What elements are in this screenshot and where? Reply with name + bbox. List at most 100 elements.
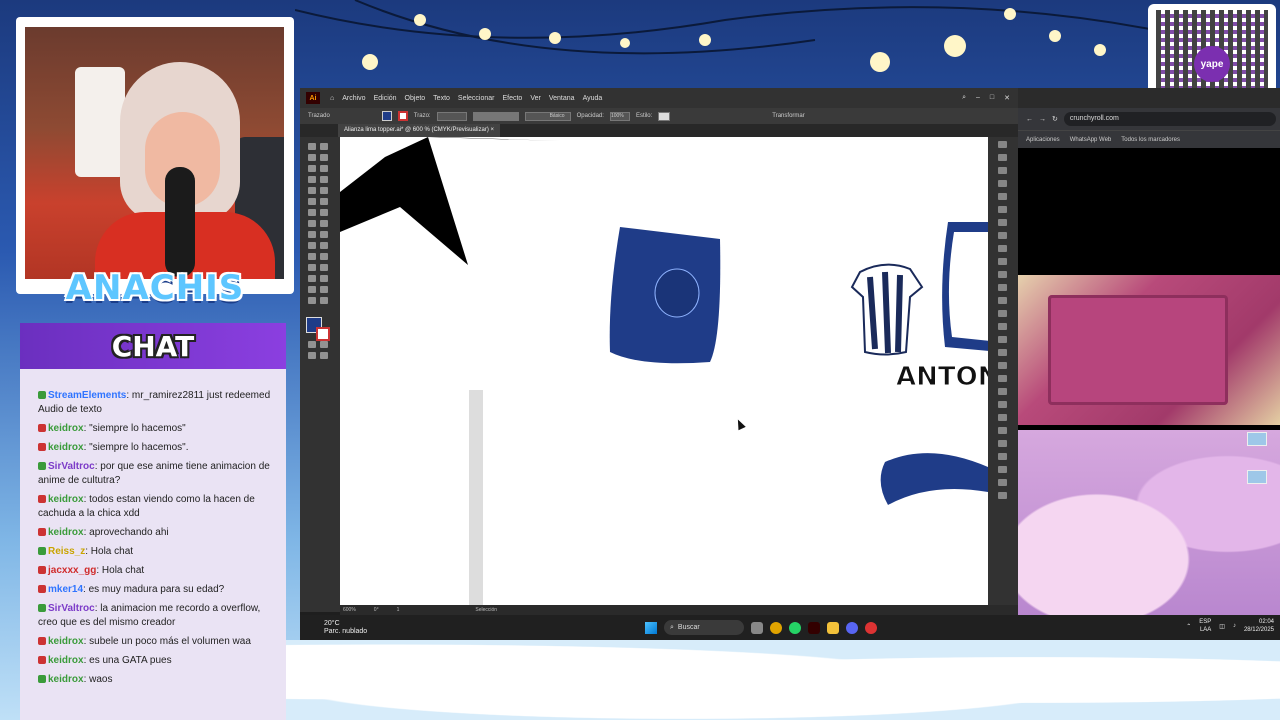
menu-item[interactable]: Ver <box>530 95 541 102</box>
tool-icon[interactable] <box>320 286 328 293</box>
tool-icon[interactable] <box>308 352 316 359</box>
desktop-file-icon[interactable] <box>1242 470 1272 486</box>
panel-icon[interactable] <box>998 271 1007 278</box>
whatsapp-icon[interactable] <box>789 621 801 634</box>
panel-icon[interactable] <box>998 232 1007 239</box>
panel-icon[interactable] <box>998 258 1007 265</box>
menu-item[interactable]: Ayuda <box>583 95 603 102</box>
panel-icon[interactable] <box>998 323 1007 330</box>
tool-icon[interactable] <box>308 264 316 271</box>
panel-icon[interactable] <box>998 414 1007 421</box>
discord-icon[interactable] <box>846 621 858 634</box>
chat-username[interactable]: keidrox <box>48 636 84 647</box>
language-indicator[interactable]: ESP LAA <box>1199 618 1211 634</box>
volume-icon[interactable]: ♪ <box>1233 623 1236 629</box>
tool-icon[interactable] <box>320 253 328 260</box>
panel-icon[interactable] <box>998 362 1007 369</box>
panel-icon[interactable] <box>998 310 1007 317</box>
video-player[interactable] <box>1018 148 1280 430</box>
chat-username[interactable]: mker14 <box>48 584 83 595</box>
tool-icon[interactable] <box>308 286 316 293</box>
menu-item[interactable]: Archivo <box>342 95 365 102</box>
bookmark-item[interactable]: Todos los marcadores <box>1121 137 1180 143</box>
tool-icon[interactable] <box>320 154 328 161</box>
tool-icon[interactable] <box>320 275 328 282</box>
panel-icon[interactable] <box>998 440 1007 447</box>
start-button[interactable] <box>645 621 657 634</box>
fill-swatch[interactable] <box>381 111 392 121</box>
tool-icon[interactable] <box>320 165 328 172</box>
bookmark-item[interactable]: WhatsApp Web <box>1070 137 1112 143</box>
tool-icon[interactable] <box>308 297 316 304</box>
panel-icon[interactable] <box>998 375 1007 382</box>
opacity-field[interactable]: 100% <box>609 111 630 121</box>
tool-icon[interactable] <box>320 231 328 238</box>
panel-icon[interactable] <box>998 206 1007 213</box>
variable-width-field[interactable] <box>472 111 519 121</box>
tool-icon[interactable] <box>320 242 328 249</box>
panel-icon[interactable] <box>998 167 1007 174</box>
graphic-style-swatch[interactable] <box>658 111 671 121</box>
tool-icon[interactable] <box>308 253 316 260</box>
tool-icon[interactable] <box>308 198 316 205</box>
task-view-icon[interactable] <box>751 621 763 634</box>
file-explorer-icon[interactable] <box>827 621 839 634</box>
maximize-icon[interactable]: □ <box>990 94 994 102</box>
panel-icon[interactable] <box>998 349 1007 356</box>
tool-icon[interactable] <box>308 143 316 150</box>
tool-icon[interactable] <box>308 220 316 227</box>
tool-icon[interactable] <box>320 176 328 183</box>
panel-icon[interactable] <box>998 219 1007 226</box>
clock[interactable]: 02:04 28/12/2025 <box>1244 618 1274 634</box>
panel-icon[interactable] <box>998 492 1007 499</box>
url-field[interactable]: crunchyroll.com <box>1063 112 1276 126</box>
tool-icon[interactable] <box>320 297 328 304</box>
chat-username[interactable]: jacxxx_gg <box>48 565 96 576</box>
panel-icon[interactable] <box>998 401 1007 408</box>
taskbar-search[interactable]: ⌕ Buscar <box>664 620 744 635</box>
chat-username[interactable]: SirValtroc <box>48 461 95 472</box>
stroke-weight-field[interactable] <box>436 111 467 121</box>
chat-username[interactable]: Reiss_z <box>48 546 85 557</box>
panel-icon[interactable] <box>998 141 1007 148</box>
tool-icon[interactable] <box>320 264 328 271</box>
chat-username[interactable]: keidrox <box>48 674 84 685</box>
tool-icon[interactable] <box>308 275 316 282</box>
chat-username[interactable]: keidrox <box>48 655 84 666</box>
menu-item[interactable]: Texto <box>433 95 450 102</box>
menu-home-icon[interactable]: ⌂ <box>330 95 334 102</box>
chrome-alt-icon[interactable] <box>865 621 877 634</box>
tool-icon[interactable] <box>320 209 328 216</box>
brush-style-field[interactable]: Básico <box>524 111 571 121</box>
panel-icon[interactable] <box>998 388 1007 395</box>
tool-icon[interactable] <box>308 231 316 238</box>
reload-icon[interactable]: ↻ <box>1052 115 1058 123</box>
artboard-canvas[interactable]: ANTON <box>340 137 988 605</box>
menu-item[interactable]: Edición <box>374 95 397 102</box>
chat-username[interactable]: keidrox <box>48 442 84 453</box>
tool-icon[interactable] <box>308 209 316 216</box>
forward-icon[interactable]: → <box>1039 116 1046 123</box>
panel-icon[interactable] <box>998 479 1007 486</box>
menu-item[interactable]: Objeto <box>405 95 426 102</box>
panel-icon[interactable] <box>998 453 1007 460</box>
browser-tabs[interactable] <box>1018 88 1280 108</box>
chat-username[interactable]: keidrox <box>48 527 84 538</box>
menu-item[interactable]: Efecto <box>502 95 522 102</box>
search-icon[interactable]: ⌕ <box>962 94 966 102</box>
rotation-value[interactable]: 0° <box>374 607 379 613</box>
tool-icon[interactable] <box>320 143 328 150</box>
panel-icon[interactable] <box>998 427 1007 434</box>
menu-item[interactable]: Ventana <box>549 95 575 102</box>
chat-username[interactable]: keidrox <box>48 423 84 434</box>
panel-icon[interactable] <box>998 245 1007 252</box>
tool-icon[interactable] <box>320 341 328 348</box>
panel-icon[interactable] <box>998 336 1007 343</box>
network-icon[interactable]: ◫ <box>1219 623 1225 630</box>
tool-icon[interactable] <box>320 198 328 205</box>
tool-icon[interactable] <box>308 154 316 161</box>
minimize-icon[interactable]: – <box>976 94 980 102</box>
tool-icon[interactable] <box>320 352 328 359</box>
tool-icon[interactable] <box>308 341 316 348</box>
tool-icon[interactable] <box>308 176 316 183</box>
